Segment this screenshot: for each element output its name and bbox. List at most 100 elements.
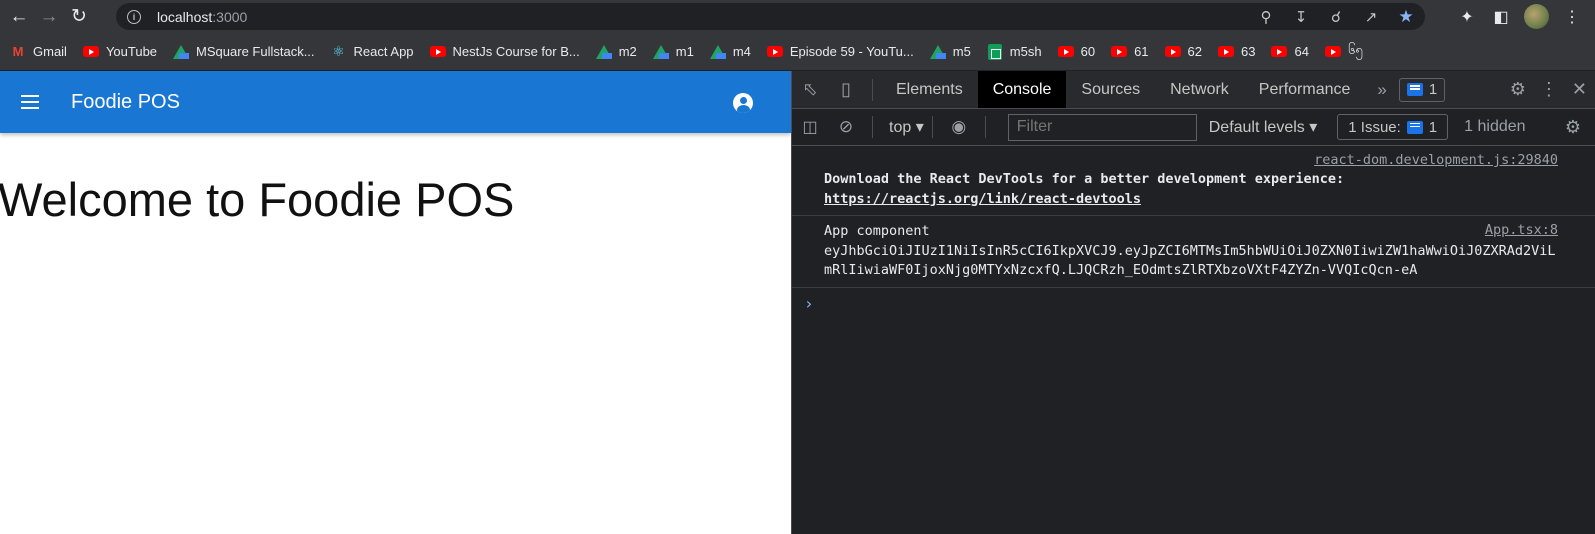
app-bar: Foodie POS (0, 71, 791, 133)
key-icon[interactable]: ⚲ (1257, 8, 1275, 26)
google-drive-icon (595, 44, 612, 60)
bookmark-label: 63 (1241, 44, 1256, 59)
youtube-icon (1164, 44, 1181, 60)
bookmark-label: React App (353, 44, 414, 59)
bookmark-label: NestJs Course for B... (452, 44, 580, 59)
account-circle-icon[interactable] (733, 93, 753, 113)
bookmark-label: MSquare Fullstack... (196, 44, 315, 59)
divider (872, 78, 873, 101)
bookmark-label: ၆၅ (1347, 42, 1363, 57)
context-select[interactable]: top ▾ (889, 117, 924, 137)
bookmark-item[interactable]: m5 (929, 39, 979, 65)
filter-input[interactable] (1007, 113, 1197, 141)
bookmark-label: 64 (1294, 44, 1309, 59)
address-bar[interactable]: i localhost:3000 ⚲ ↧ ☌ ↗ ★ (116, 3, 1425, 30)
tab-elements[interactable]: Elements (881, 71, 978, 108)
more-tabs-icon[interactable]: » (1365, 80, 1398, 100)
back-icon[interactable]: ← (4, 2, 34, 32)
bookmark-label: m1 (675, 44, 694, 59)
devtools-menu-icon[interactable]: ⋮ (1540, 79, 1558, 100)
devtools-panel: ⬁ ▯ Elements Console Sources Network Perform… (791, 71, 1595, 534)
divider (931, 116, 933, 138)
console-settings-icon[interactable]: ⚙ (1555, 117, 1591, 138)
settings-icon[interactable]: ⚙ (1510, 79, 1526, 100)
bookmark-label: m2 (618, 44, 637, 59)
bookmark-item[interactable]: 61 (1111, 39, 1156, 65)
reload-icon[interactable]: ↻ (64, 2, 94, 32)
bookmark-item[interactable]: YouTube (82, 39, 165, 65)
bookmark-label: 62 (1187, 44, 1202, 59)
zoom-icon[interactable]: ☌ (1327, 8, 1345, 26)
youtube-icon (1111, 44, 1128, 60)
react-icon: ⚛ (332, 43, 345, 59)
inspect-icon[interactable]: ⬁ (792, 79, 828, 100)
close-icon[interactable]: ✕ (1572, 79, 1587, 100)
tab-console[interactable]: Console (977, 71, 1067, 108)
bookmark-item[interactable]: ⚛ React App (331, 39, 422, 65)
bookmarks-bar: M Gmail YouTube MSquare Fullstack... ⚛ React … (0, 33, 1595, 70)
youtube-icon (1057, 44, 1074, 60)
bookmark-label: Episode 59 - YouTu... (789, 44, 914, 59)
url-text[interactable]: localhost:3000 (157, 9, 247, 25)
forward-icon[interactable]: → (34, 2, 64, 32)
menu-icon[interactable]: ⋮ (1561, 7, 1583, 27)
message-icon (1406, 83, 1423, 96)
bookmark-item[interactable]: NestJs Course for B... (429, 39, 588, 65)
bookmark-label: YouTube (105, 44, 158, 59)
youtube-icon (429, 44, 446, 60)
bookmark-item[interactable]: M Gmail (10, 39, 75, 65)
tab-sources[interactable]: Sources (1066, 71, 1155, 108)
tab-performance[interactable]: Performance (1244, 71, 1366, 108)
issues-button[interactable]: 1 Issue: 1 (1337, 114, 1449, 140)
live-expression-icon[interactable]: ◉ (941, 117, 977, 137)
page-title: Welcome to Foodie POS (0, 173, 515, 226)
menu-icon[interactable] (21, 95, 39, 109)
bookmark-item[interactable]: m1 (652, 39, 702, 65)
source-link[interactable]: App.tsx:8 (1485, 221, 1558, 241)
youtube-icon (1324, 44, 1341, 60)
extensions-icon[interactable]: ✦ (1456, 7, 1478, 27)
bookmark-item[interactable]: 60 (1057, 39, 1103, 65)
clear-console-icon[interactable]: ⊘ (828, 117, 864, 137)
console-output: react-dom.development.js:29840 Download … (792, 146, 1595, 319)
bookmark-label: m5 (952, 44, 971, 59)
site-info-icon[interactable]: i (127, 9, 141, 24)
token-value: eyJhbGciOiJIUzI1NiIsInR5cCI6IkpXVCJ9.eyJ… (824, 242, 1556, 279)
bookmark-item[interactable]: 64 (1271, 39, 1316, 65)
bookmark-label: 60 (1080, 44, 1096, 59)
youtube-icon (1271, 44, 1288, 60)
share-icon[interactable]: ↗ (1362, 8, 1380, 26)
bookmark-label: m4 (732, 44, 751, 59)
bookmark-item[interactable]: 63 (1218, 39, 1263, 65)
divider (984, 116, 986, 138)
bookmark-item[interactable]: m2 (595, 39, 645, 65)
sidebar-toggle-icon[interactable]: ◫ (792, 117, 828, 137)
gmail-icon: M (12, 44, 24, 59)
bookmark-item[interactable]: ၆၅ (1324, 39, 1371, 65)
youtube-icon (82, 44, 99, 60)
avatar[interactable] (1524, 4, 1549, 29)
source-link[interactable]: react-dom.development.js:29840 (1314, 151, 1558, 171)
devtools-link[interactable]: https://reactjs.org/link/react-devtools (824, 191, 1141, 207)
bookmark-label: Gmail (33, 44, 67, 59)
console-prompt[interactable]: › (792, 288, 1595, 319)
bookmark-item[interactable]: m4 (709, 39, 759, 65)
star-icon[interactable]: ★ (1397, 7, 1415, 27)
hidden-count: 1 hidden (1464, 118, 1526, 135)
bookmark-item[interactable]: m5sh (987, 39, 1050, 65)
message-text: Download the React DevTools for a better… (824, 171, 1345, 187)
bookmark-item[interactable]: 62 (1164, 39, 1210, 65)
console-message: App.tsx:8 App component eyJhbGciOiJIUzI1… (792, 216, 1595, 288)
side-panel-icon[interactable]: ◧ (1490, 7, 1512, 27)
bookmark-item[interactable]: MSquare Fullstack... (173, 39, 323, 65)
log-levels-dropdown[interactable]: Default levels ▾ (1209, 117, 1318, 137)
page-viewport: Foodie POS Welcome to Foodie POS (0, 71, 791, 534)
device-toggle-icon[interactable]: ▯ (828, 79, 864, 100)
install-icon[interactable]: ↧ (1292, 8, 1310, 26)
google-drive-icon (173, 44, 190, 60)
issues-badge[interactable]: 1 (1398, 77, 1446, 102)
bookmark-item[interactable]: Episode 59 - YouTu... (766, 39, 922, 65)
browser-toolbar: ← → ↻ i localhost:3000 ⚲ ↧ ☌ ↗ ★ ✦ ◧ ⋮ (0, 0, 1595, 33)
divider (872, 116, 873, 138)
tab-network[interactable]: Network (1155, 71, 1244, 108)
